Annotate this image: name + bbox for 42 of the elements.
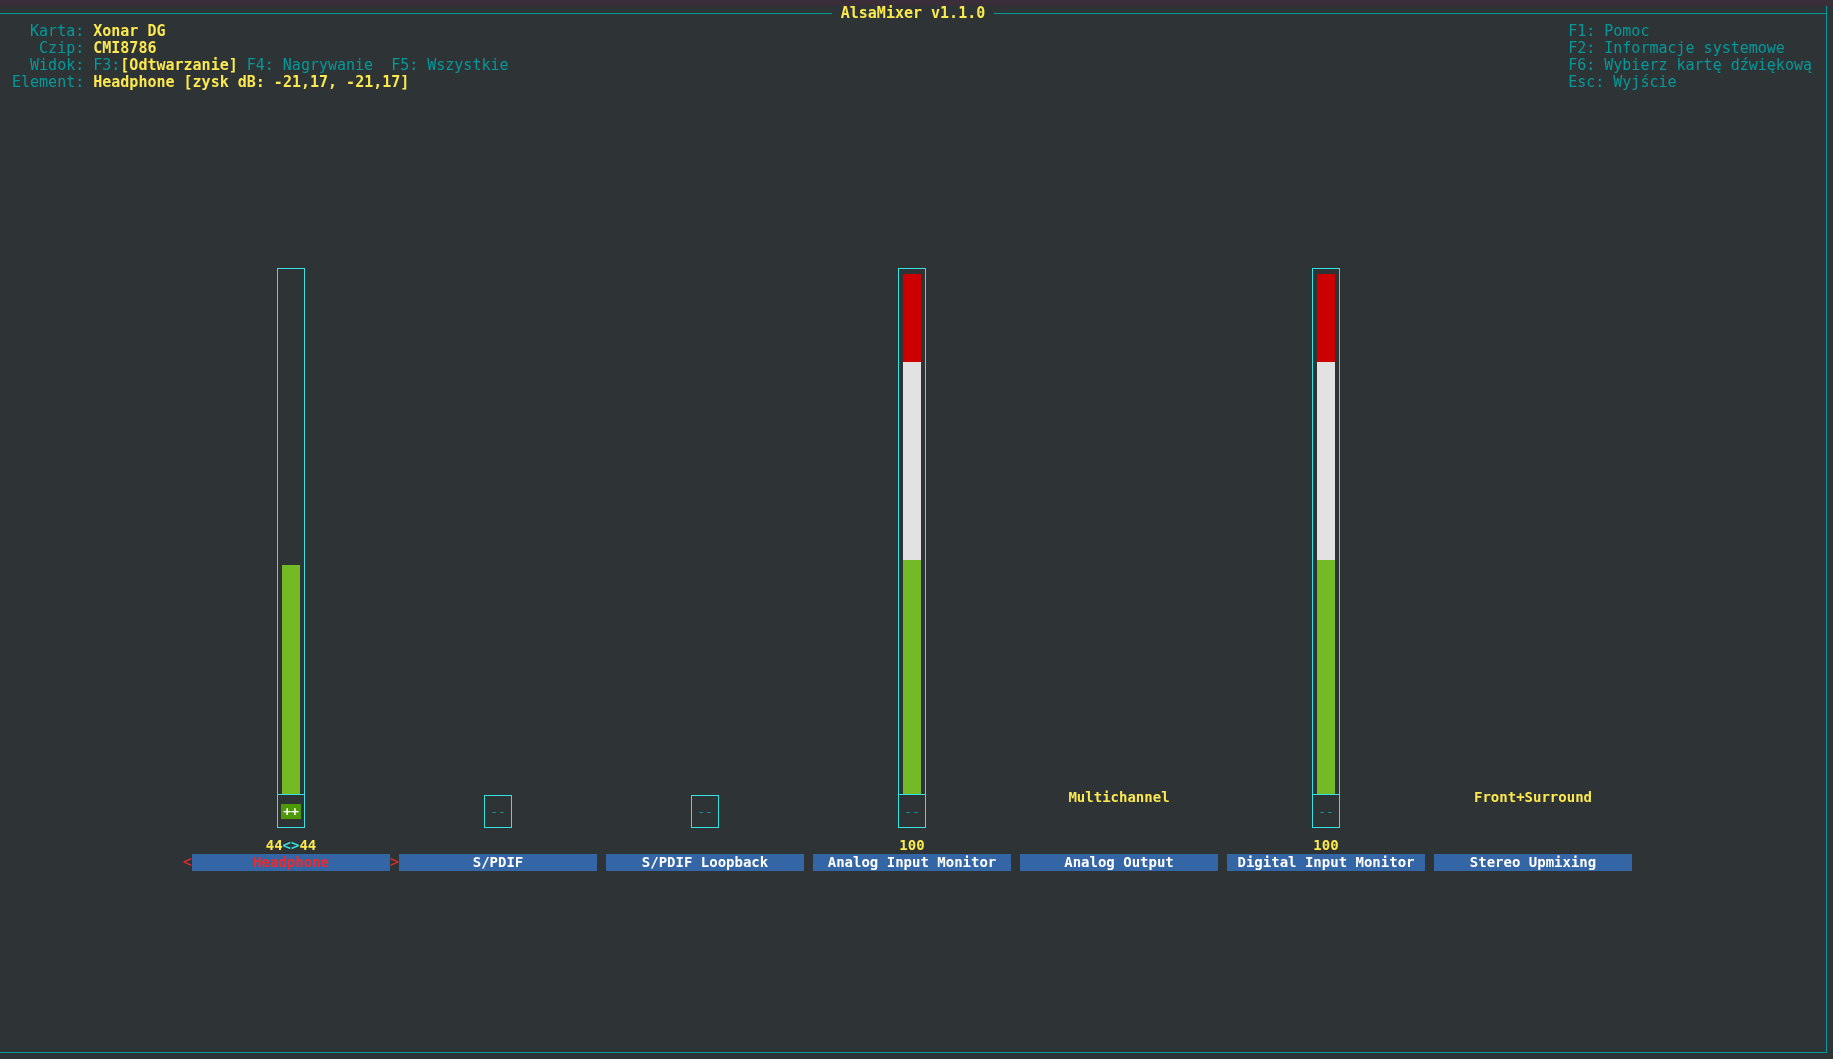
- selection-marker: >: [390, 854, 399, 871]
- channel-name[interactable]: Analog Input Monitor: [813, 854, 1011, 871]
- channel-name[interactable]: Digital Input Monitor: [1227, 854, 1425, 871]
- help-entry: F2: Informacje systemowe: [1568, 40, 1785, 57]
- field-value: Headphone [zysk dB: -21,17, -21,17]: [93, 74, 411, 91]
- shortcut-key: F3:: [93, 57, 121, 74]
- selection-marker: <: [183, 854, 192, 871]
- volume-value: 100: [1313, 837, 1339, 854]
- volume-slider[interactable]: [277, 268, 305, 795]
- field-value: Xonar DG: [93, 23, 167, 40]
- view-tab[interactable]: Wszystkie: [418, 57, 518, 74]
- field-label: Widok:: [29, 57, 85, 74]
- mute-switch[interactable]: --: [691, 795, 719, 828]
- shortcut-key: F5:: [391, 57, 419, 74]
- mute-switch[interactable]: --: [1312, 795, 1340, 828]
- switch-state: --: [696, 804, 714, 819]
- channel-name[interactable]: Analog Output: [1020, 854, 1218, 871]
- volume-value: 44<>44: [265, 837, 317, 854]
- field-label: Czip:: [38, 40, 85, 57]
- view-tab[interactable]: Nagrywanie: [273, 57, 383, 74]
- mute-switch[interactable]: --: [898, 795, 926, 828]
- mute-switch[interactable]: --: [484, 795, 512, 828]
- field-label: Element:: [12, 74, 85, 91]
- help-entry: F1: Pomoc: [1568, 23, 1651, 40]
- field-value: CMI8786: [93, 40, 158, 57]
- channel-name[interactable]: S/PDIF: [399, 854, 597, 871]
- switch-state: --: [489, 804, 507, 819]
- mute-switch[interactable]: ++: [277, 795, 305, 828]
- volume-value: 100: [899, 837, 925, 854]
- switch-state: --: [1317, 803, 1335, 819]
- channel-name[interactable]: Stereo Upmixing: [1434, 854, 1632, 871]
- help-entry: F6: Wybierz kartę dźwiękową: [1568, 57, 1812, 74]
- shortcut-key: F4:: [246, 57, 274, 74]
- switch-state: --: [903, 803, 921, 819]
- view-tab[interactable]: [Odtwarzanie]: [120, 57, 238, 74]
- switch-state: ++: [281, 803, 301, 819]
- enum-value: Multichannel: [1068, 789, 1170, 806]
- enum-value: Front+Surround: [1474, 789, 1592, 806]
- field-label: Karta:: [29, 23, 85, 40]
- channel-name[interactable]: S/PDIF Loopback: [606, 854, 804, 871]
- help-entry: Esc: Wyjście: [1568, 74, 1678, 91]
- window-title: AlsaMixer v1.1.0: [839, 4, 987, 22]
